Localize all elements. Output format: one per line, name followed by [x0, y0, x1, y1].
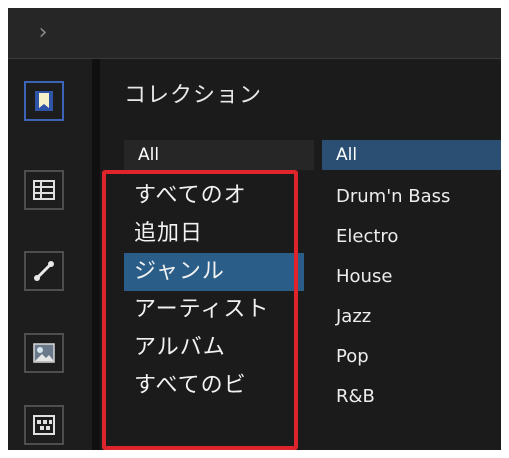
- sidebar-item-link[interactable]: [24, 251, 64, 291]
- panel-title: コレクション: [124, 83, 263, 108]
- grid-icon: [33, 415, 55, 435]
- genre-list: Drum'n Bass Electro House Jazz Pop R&B: [322, 177, 501, 417]
- bookmark-icon: [35, 91, 53, 111]
- list-item[interactable]: Pop: [322, 337, 501, 377]
- list-item[interactable]: Drum'n Bass: [322, 177, 501, 217]
- sidebar-item-photos[interactable]: [24, 333, 64, 373]
- sidebar-item-grid[interactable]: [24, 405, 64, 445]
- list-item[interactable]: R&B: [322, 377, 501, 417]
- left-column-all[interactable]: All: [124, 140, 314, 170]
- red-highlight-box: [102, 170, 298, 450]
- sidebar: [8, 59, 92, 450]
- photo-icon: [33, 343, 55, 363]
- list-item[interactable]: Electro: [322, 217, 501, 257]
- sidebar-item-list[interactable]: [24, 170, 64, 210]
- link-icon: [34, 261, 54, 281]
- chevron-right-icon[interactable]: ›: [30, 20, 56, 46]
- panel-divider[interactable]: [92, 59, 100, 450]
- list-item[interactable]: Jazz: [322, 297, 501, 337]
- sidebar-item-collection[interactable]: [24, 81, 64, 121]
- list-table-icon: [33, 180, 55, 200]
- top-toolbar: ›: [8, 8, 501, 59]
- right-column-all[interactable]: All: [322, 140, 501, 170]
- list-item[interactable]: House: [322, 257, 501, 297]
